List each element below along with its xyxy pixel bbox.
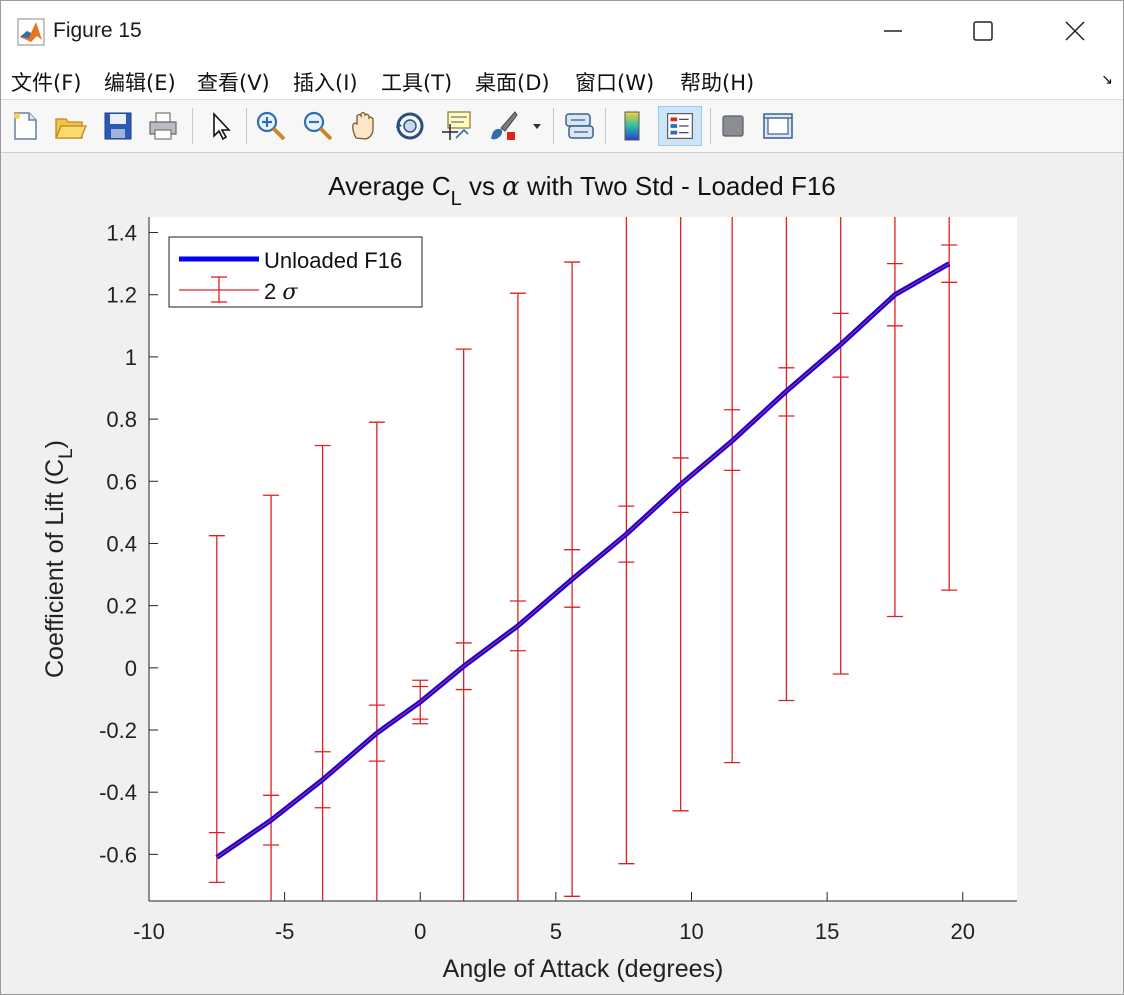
x-tick-label: 0 <box>414 919 426 944</box>
open-icon[interactable] <box>52 108 88 144</box>
title-bar: Figure 15 <box>1 1 1123 61</box>
pointer-icon[interactable] <box>202 108 238 144</box>
legend-sigma-symbol: σ <box>282 280 298 305</box>
menu-help[interactable]: 帮助(H) <box>680 67 754 97</box>
menu-window[interactable]: 窗口(W) <box>575 67 654 97</box>
legend-sigma-number: 2 <box>264 279 276 304</box>
print-icon[interactable] <box>145 108 181 144</box>
x-tick-label: 20 <box>951 919 975 944</box>
y-tick-label: 0.6 <box>106 469 137 494</box>
legend-box[interactable]: Unloaded F16 2 σ <box>168 236 423 308</box>
matlab-logo-icon <box>17 18 45 46</box>
menu-insert[interactable]: 插入(I) <box>293 67 358 97</box>
svg-text:Average CL vs α with Two Std -: Average CL vs α with Two Std - Loaded F1… <box>328 171 836 210</box>
close-button[interactable] <box>1029 1 1121 61</box>
title-vs: vs <box>462 171 502 201</box>
close-icon <box>1065 21 1085 41</box>
x-tick-label: 10 <box>679 919 703 944</box>
data-cursor-icon[interactable] <box>438 108 474 144</box>
menu-edit[interactable]: 编辑(E) <box>104 67 176 97</box>
toolbar-separator <box>553 108 554 144</box>
y-tick-label: 0.2 <box>106 594 137 619</box>
menu-expand-icon[interactable]: ↘ <box>1101 71 1113 88</box>
x-tick-label: -5 <box>275 919 295 944</box>
axes-background <box>149 217 1017 901</box>
brush-icon[interactable] <box>485 108 521 144</box>
y-axis-label-subscript: L <box>56 448 77 459</box>
title-main: Average C <box>328 171 450 201</box>
y-tick-label: -0.6 <box>99 842 137 867</box>
menu-file[interactable]: 文件(F) <box>11 67 81 97</box>
minimize-button[interactable] <box>847 1 939 61</box>
toolbar-separator <box>605 108 606 144</box>
rotate-3d-icon[interactable] <box>392 108 428 144</box>
y-tick-label: 1 <box>125 345 137 370</box>
figure-window: Figure 15 文件(F) 编辑(E) 查看(V) 插入(I) 工具(T) … <box>0 0 1124 995</box>
brush-dropdown-icon[interactable] <box>526 108 548 144</box>
minimize-icon <box>884 30 902 32</box>
zoom-in-icon[interactable] <box>253 108 289 144</box>
toolbar-separator <box>710 108 711 144</box>
menu-view[interactable]: 查看(V) <box>197 67 270 97</box>
link-plot-icon[interactable] <box>561 108 597 144</box>
chart-title: Average CL vs α with Two Std - Loaded F1… <box>328 171 836 210</box>
y-tick-label: 0.8 <box>106 407 137 432</box>
svg-text:Coefficient of Lift (CL): Coefficient of Lift (CL) <box>41 440 77 678</box>
figure-toolbar <box>1 100 1123 153</box>
y-axis-label: Coefficient of Lift (CL) <box>41 440 77 678</box>
y-axis-label-main: Coefficient of Lift (C <box>41 459 69 678</box>
y-tick-label: 1.4 <box>106 221 137 246</box>
y-tick-label: -0.4 <box>99 780 137 805</box>
pan-hand-icon[interactable] <box>346 108 382 144</box>
x-axis-label: Angle of Attack (degrees) <box>443 955 724 983</box>
y-tick-label: 0.4 <box>106 531 137 556</box>
maximize-button[interactable] <box>937 1 1029 61</box>
toolbar-separator <box>192 108 193 144</box>
legend-label-unloaded: Unloaded F16 <box>264 248 402 273</box>
save-icon[interactable] <box>100 108 136 144</box>
figure-canvas: Average CL vs α with Two Std - Loaded F1… <box>41 171 1017 983</box>
legend-label-sigma: 2 σ <box>264 279 298 305</box>
x-tick-label: 5 <box>550 919 562 944</box>
window-title: Figure 15 <box>53 19 142 42</box>
y-tick-label: -0.2 <box>99 718 137 743</box>
y-tick-label: 0 <box>125 656 137 681</box>
y-tick-label: 1.2 <box>106 283 137 308</box>
menu-tools[interactable]: 工具(T) <box>381 67 452 97</box>
new-figure-icon[interactable] <box>7 108 43 144</box>
hide-plot-tools-icon[interactable] <box>715 108 751 144</box>
toolbar-separator <box>246 108 247 144</box>
title-alpha: α <box>502 172 520 202</box>
x-tick-label: 15 <box>815 919 839 944</box>
colorbar-icon[interactable] <box>614 108 650 144</box>
menu-desktop[interactable]: 桌面(D) <box>475 67 550 97</box>
y-axis-label-close: ) <box>41 440 69 448</box>
zoom-out-icon[interactable] <box>300 108 336 144</box>
x-tick-label: -10 <box>133 919 165 944</box>
maximize-icon <box>973 21 993 41</box>
legend-icon[interactable] <box>658 106 702 146</box>
title-subscript: L <box>451 188 462 210</box>
menu-bar: 文件(F) 编辑(E) 查看(V) 插入(I) 工具(T) 桌面(D) 窗口(W… <box>1 61 1123 100</box>
title-rest: with Two Std - Loaded F16 <box>520 171 836 201</box>
show-plot-tools-icon[interactable] <box>760 108 796 144</box>
